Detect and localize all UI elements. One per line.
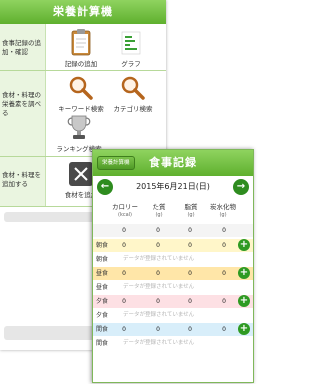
section-label: 食材・料理を追加する	[0, 157, 46, 206]
meal-calorie: 0	[122, 242, 126, 249]
dinner-detail-row: 夕食 データが登録されていません	[93, 309, 253, 322]
meal-record-screen: 食事記録 栄養計算機 2015年6月21日(日) ← → カロリー (kcal)…	[92, 149, 254, 383]
total-protein: 0	[156, 227, 160, 234]
meal-fat: 0	[188, 298, 192, 305]
snack-summary-row: 間食 0 0 0 0	[93, 323, 253, 336]
knife-fork-icon	[69, 162, 93, 186]
add-record-button[interactable]: 記録の追加	[56, 28, 106, 68]
meal-carbs: 0	[222, 298, 226, 305]
dinner-summary-row: 夕食 0 0 0 0	[93, 295, 253, 308]
meal-fat: 0	[188, 326, 192, 333]
meal-carbs: 0	[222, 270, 226, 277]
snack-detail-row: 間食 データが登録されていません	[93, 337, 253, 350]
lunch-detail-row: 昼食 データが登録されていません	[93, 281, 253, 294]
column-header: た質	[152, 203, 166, 211]
meal-protein: 0	[156, 270, 160, 277]
meal-fat: 0	[188, 270, 192, 277]
prev-day-button[interactable]: ←	[97, 179, 113, 195]
add-lunch-button[interactable]	[238, 267, 250, 279]
meal-label: 間食	[96, 340, 109, 347]
total-fat: 0	[188, 227, 192, 234]
ranking-search-button[interactable]: ランキング検索	[54, 113, 104, 153]
magnifier-icon	[69, 76, 93, 100]
date-navigator: 2015年6月21日(日) ← →	[93, 176, 253, 198]
no-data-message: データが登録されていません	[123, 256, 195, 262]
meal-label: 間食	[96, 326, 109, 333]
meal-label: 夕食	[96, 312, 109, 319]
magnifier-icon	[121, 76, 145, 100]
meal-label: 朝食	[96, 242, 109, 249]
arrow-left-icon: ←	[100, 181, 110, 192]
current-date: 2015年6月21日(日)	[136, 182, 210, 191]
nav-bar: 食事記録 栄養計算機	[93, 150, 253, 176]
breakfast-detail-row: 朝食 データが登録されていません	[93, 253, 253, 266]
meal-label: 昼食	[96, 284, 109, 291]
column-unit: (g)	[155, 212, 163, 218]
graph-icon	[121, 31, 141, 55]
no-data-message: データが登録されていません	[123, 340, 195, 346]
keyword-search-button[interactable]: キーワード検索	[56, 75, 106, 113]
total-carbs: 0	[222, 227, 226, 234]
meal-calorie: 0	[122, 298, 126, 305]
column-headers: カロリー (kcal) た質 (g) 脂質 (g) 炭水化物 (g)	[93, 198, 253, 224]
column-header: カロリー	[112, 203, 138, 211]
trophy-icon	[67, 115, 91, 139]
column-unit: (g)	[219, 212, 227, 218]
clipboard-icon	[71, 29, 91, 56]
meal-calorie: 0	[122, 270, 126, 277]
add-breakfast-button[interactable]	[238, 239, 250, 251]
graph-button[interactable]: グラフ	[106, 28, 156, 68]
add-snack-button[interactable]	[238, 323, 250, 335]
section-label: 食材・料理の栄養素を調べる	[0, 71, 46, 156]
meal-calorie: 0	[122, 326, 126, 333]
total-calorie: 0	[122, 227, 126, 234]
app-title: 栄養計算機	[0, 0, 166, 24]
section-meal-record: 食事記録の追加・確認 記録の追加 グラフ	[0, 24, 166, 71]
meal-protein: 0	[156, 242, 160, 249]
next-day-button[interactable]: →	[233, 179, 249, 195]
meal-label: 昼食	[96, 270, 109, 277]
tile-label: 記録の追加	[64, 60, 98, 68]
add-dinner-button[interactable]	[238, 295, 250, 307]
category-search-button[interactable]: カテゴリ検索	[108, 75, 158, 113]
meal-carbs: 0	[222, 326, 226, 333]
meal-carbs: 0	[222, 242, 226, 249]
lunch-summary-row: 昼食 0 0 0 0	[93, 267, 253, 280]
no-data-message: データが登録されていません	[123, 312, 195, 318]
column-header: 炭水化物	[210, 203, 236, 211]
back-button[interactable]: 栄養計算機	[97, 156, 135, 170]
tile-label: グラフ	[121, 60, 141, 68]
total-row: 0 0 0 0	[93, 224, 253, 237]
column-unit: (kcal)	[118, 212, 132, 218]
meal-label: 夕食	[96, 298, 109, 305]
meal-label: 朝食	[96, 256, 109, 263]
meal-protein: 0	[156, 326, 160, 333]
no-data-message: データが登録されていません	[123, 284, 195, 290]
section-label: 食事記録の追加・確認	[0, 24, 46, 70]
section-nutrient-search: 食材・料理の栄養素を調べる キーワード検索 カテゴリ検索 ランキング検索	[0, 71, 166, 157]
meal-protein: 0	[156, 298, 160, 305]
breakfast-summary-row: 朝食 0 0 0 0	[93, 239, 253, 252]
tile-label: キーワード検索	[58, 105, 104, 113]
column-header: 脂質	[184, 203, 198, 211]
meal-fat: 0	[188, 242, 192, 249]
arrow-right-icon: →	[236, 181, 246, 192]
tile-label: カテゴリ検索	[113, 105, 153, 113]
column-unit: (g)	[187, 212, 195, 218]
